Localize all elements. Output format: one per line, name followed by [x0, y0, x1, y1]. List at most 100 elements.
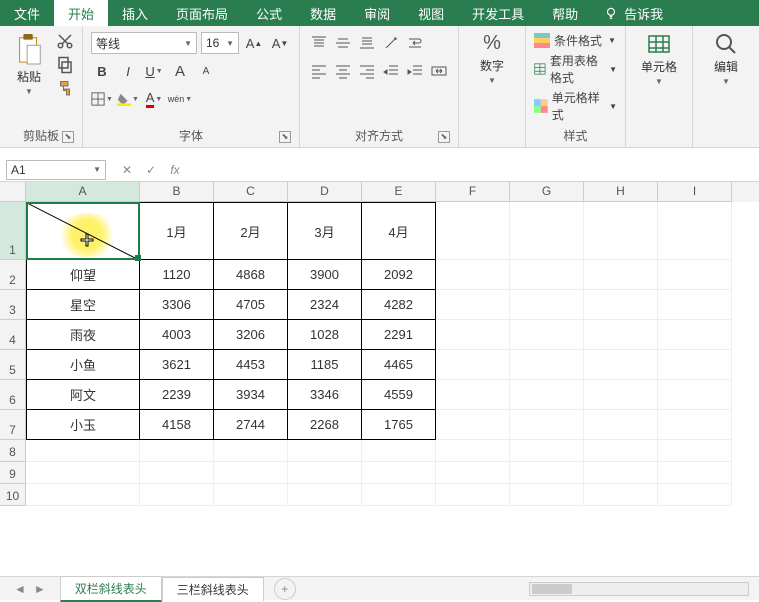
- grow-font-icon[interactable]: A: [169, 60, 191, 82]
- row-header[interactable]: 10: [0, 484, 26, 506]
- cell[interactable]: [584, 320, 658, 350]
- cell[interactable]: [510, 320, 584, 350]
- cut-icon[interactable]: [56, 32, 74, 50]
- cell[interactable]: [288, 484, 362, 506]
- select-all-corner[interactable]: [0, 182, 26, 202]
- fill-color-button[interactable]: ▼: [117, 88, 139, 110]
- cell[interactable]: [288, 462, 362, 484]
- cell[interactable]: [584, 484, 658, 506]
- cell[interactable]: 4158: [140, 410, 214, 440]
- cell[interactable]: 2291: [362, 320, 436, 350]
- cell[interactable]: [658, 380, 732, 410]
- cell[interactable]: 3346: [288, 380, 362, 410]
- tab-view[interactable]: 视图: [404, 0, 458, 26]
- cell[interactable]: [584, 350, 658, 380]
- cell[interactable]: [140, 462, 214, 484]
- cell[interactable]: [510, 484, 584, 506]
- cell[interactable]: [584, 462, 658, 484]
- cell[interactable]: 小玉: [26, 410, 140, 440]
- copy-icon[interactable]: [56, 56, 74, 74]
- cell[interactable]: [658, 202, 732, 260]
- cell[interactable]: [26, 484, 140, 506]
- underline-button[interactable]: U▼: [143, 60, 165, 82]
- align-middle-button[interactable]: [332, 32, 354, 54]
- add-sheet-button[interactable]: +: [274, 578, 296, 600]
- align-top-button[interactable]: [308, 32, 330, 54]
- format-painter-icon[interactable]: [56, 80, 74, 98]
- dialog-launcher-icon[interactable]: ⬊: [438, 131, 450, 143]
- name-box[interactable]: A1▼: [6, 160, 106, 180]
- confirm-formula-icon[interactable]: ✓: [144, 163, 158, 177]
- cell[interactable]: 2744: [214, 410, 288, 440]
- cell[interactable]: [510, 202, 584, 260]
- sheet-tab[interactable]: 三栏斜线表头: [162, 577, 264, 601]
- cell[interactable]: [362, 484, 436, 506]
- cell[interactable]: 星空: [26, 290, 140, 320]
- cell[interactable]: 2092: [362, 260, 436, 290]
- tab-home[interactable]: 开始: [54, 0, 108, 26]
- tab-review[interactable]: 审阅: [350, 0, 404, 26]
- cell[interactable]: [510, 410, 584, 440]
- column-header[interactable]: F: [436, 182, 510, 202]
- cell[interactable]: 3900: [288, 260, 362, 290]
- cell[interactable]: 1185: [288, 350, 362, 380]
- cell[interactable]: [26, 462, 140, 484]
- format-as-table-button[interactable]: 套用表格格式▼: [534, 52, 617, 86]
- cell[interactable]: 4465: [362, 350, 436, 380]
- cell[interactable]: 1765: [362, 410, 436, 440]
- cell[interactable]: 仰望: [26, 260, 140, 290]
- border-button[interactable]: ▼: [91, 88, 113, 110]
- row-header[interactable]: 5: [0, 350, 26, 380]
- orientation-button[interactable]: [380, 32, 402, 54]
- cell[interactable]: 3月: [288, 202, 362, 260]
- cell[interactable]: [510, 440, 584, 462]
- column-header[interactable]: I: [658, 182, 732, 202]
- tab-dev[interactable]: 开发工具: [458, 0, 538, 26]
- cell[interactable]: 3206: [214, 320, 288, 350]
- cell-a1[interactable]: [26, 202, 140, 260]
- formula-input[interactable]: [196, 160, 759, 180]
- italic-button[interactable]: I: [117, 60, 139, 82]
- tab-formula[interactable]: 公式: [242, 0, 296, 26]
- cell[interactable]: [214, 462, 288, 484]
- cell[interactable]: 3934: [214, 380, 288, 410]
- cell[interactable]: [510, 290, 584, 320]
- cell[interactable]: [436, 380, 510, 410]
- cell[interactable]: [584, 410, 658, 440]
- cell[interactable]: 4453: [214, 350, 288, 380]
- cell[interactable]: [658, 260, 732, 290]
- column-header[interactable]: E: [362, 182, 436, 202]
- row-header[interactable]: 6: [0, 380, 26, 410]
- row-header[interactable]: 2: [0, 260, 26, 290]
- cell[interactable]: [658, 462, 732, 484]
- font-color-button[interactable]: A▼: [143, 88, 165, 110]
- tab-layout[interactable]: 页面布局: [162, 0, 242, 26]
- cell[interactable]: [436, 202, 510, 260]
- column-header[interactable]: C: [214, 182, 288, 202]
- wrap-text-button[interactable]: [404, 32, 426, 54]
- decrease-indent-button[interactable]: [380, 60, 402, 82]
- tell-me[interactable]: 告诉我: [592, 0, 675, 26]
- cell[interactable]: [658, 320, 732, 350]
- shrink-font-icon[interactable]: A: [195, 60, 217, 82]
- cell-styles-button[interactable]: 单元格样式▼: [534, 89, 617, 123]
- row-header[interactable]: 8: [0, 440, 26, 462]
- cell[interactable]: 阿文: [26, 380, 140, 410]
- cell[interactable]: [436, 440, 510, 462]
- font-name-combo[interactable]: 等线▼: [91, 32, 197, 54]
- editing-button[interactable]: 编辑 ▼: [701, 32, 751, 86]
- cells-button[interactable]: 单元格 ▼: [634, 32, 684, 86]
- cell[interactable]: [436, 462, 510, 484]
- cell[interactable]: 2月: [214, 202, 288, 260]
- cell[interactable]: [436, 290, 510, 320]
- cell[interactable]: [658, 290, 732, 320]
- cell[interactable]: [362, 462, 436, 484]
- tab-file[interactable]: 文件: [0, 0, 54, 26]
- cell[interactable]: [658, 410, 732, 440]
- sheet-nav-prev-icon[interactable]: ◄: [14, 582, 26, 596]
- cell[interactable]: 3621: [140, 350, 214, 380]
- cell[interactable]: 4月: [362, 202, 436, 260]
- cell[interactable]: [214, 484, 288, 506]
- cell[interactable]: [26, 440, 140, 462]
- row-header[interactable]: 1: [0, 202, 26, 260]
